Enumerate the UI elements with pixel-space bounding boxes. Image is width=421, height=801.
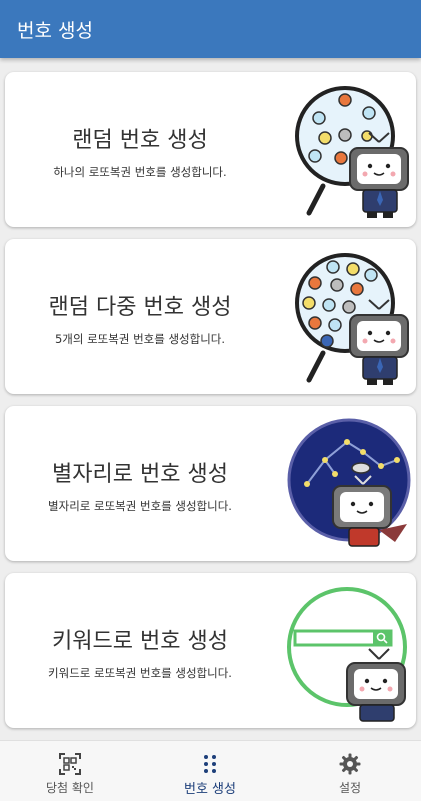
nav-label: 번호 생성 (184, 782, 236, 797)
card-title: 별자리로 번호 생성 (52, 462, 228, 487)
lottery-machine-illustration (295, 253, 409, 385)
card-description: 키워드로 로또복권 번호를 생성합니다. (48, 666, 232, 680)
random-multi-number-card[interactable]: 랜덤 다중 번호 생성 5개의 로또복권 번호를 생성합니다. (5, 239, 416, 394)
keyword-number-card[interactable]: 키워드로 번호 생성 키워드로 로또복권 번호를 생성합니다. (5, 573, 416, 728)
gear-icon (339, 753, 361, 775)
card-title: 키워드로 번호 생성 (52, 629, 228, 654)
nav-item-settings[interactable]: 설정 (280, 741, 420, 801)
nav-label: 당첨 확인 (46, 781, 94, 795)
lottery-machine-illustration (295, 86, 409, 218)
nav-item-generate-number[interactable]: 번호 생성 (140, 741, 280, 801)
nav-item-check-winning[interactable]: 당첨 확인 (0, 741, 140, 801)
page-title: 번호 생성 (17, 20, 93, 42)
keyword-search-illustration (287, 587, 407, 722)
constellation-illustration (287, 418, 411, 547)
nav-label: 설정 (338, 781, 362, 795)
card-title: 랜덤 다중 번호 생성 (48, 295, 232, 320)
card-description: 5개의 로또복권 번호를 생성합니다. (54, 332, 226, 346)
dots-grid-icon (204, 755, 216, 773)
constellation-number-card[interactable]: 별자리로 번호 생성 별자리로 로또복권 번호를 생성합니다. (5, 406, 416, 561)
app-bar: 번호 생성 (0, 0, 421, 58)
card-title: 랜덤 번호 생성 (72, 128, 208, 153)
qr-scan-icon (59, 753, 81, 775)
random-number-card[interactable]: 랜덤 번호 생성 하나의 로또복권 번호를 생성합니다. (5, 72, 416, 227)
card-description: 별자리로 로또복권 번호를 생성합니다. (48, 499, 232, 513)
card-description: 하나의 로또복권 번호를 생성합니다. (53, 165, 227, 179)
bottom-navigation: 당첨 확인 번호 생성 설정 (0, 740, 421, 801)
